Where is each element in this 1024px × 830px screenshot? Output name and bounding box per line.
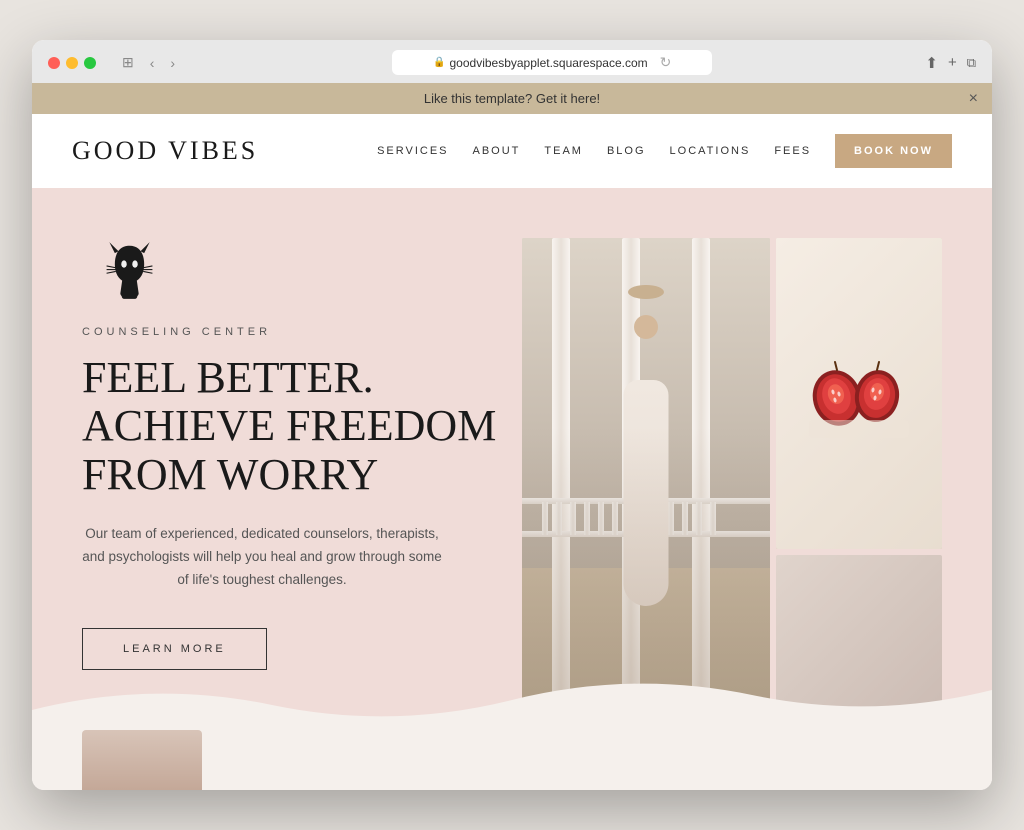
baluster [542,502,548,535]
figure-dress [624,380,669,607]
baluster [570,502,576,535]
site-header: GOOD VIBES SERVICES ABOUT TEAM BLOG LOCA… [32,114,992,188]
porch-photo [522,238,770,710]
hero-label: COUNSELING CENTER [82,326,502,338]
url-text: goodvibesbyapplet.squarespace.com [450,56,648,70]
nav-blog[interactable]: BLOG [607,145,646,157]
nav-fees[interactable]: FEES [774,145,811,157]
baluster [598,502,604,535]
reload-button[interactable]: ↻ [660,54,672,71]
figure-hat [628,285,664,299]
share-button[interactable]: ⬆ [925,54,938,72]
baluster [556,502,562,535]
site-logo[interactable]: GOOD VIBES [72,136,258,166]
windows-button[interactable]: ⧉ [967,55,976,71]
hero-left-content: COUNSELING CENTER FEEL BETTER. ACHIEVE F… [82,238,522,730]
baluster [640,502,646,535]
forward-button[interactable]: › [166,53,179,73]
announcement-text: Like this template? Get it here! [424,91,600,106]
address-bar[interactable]: 🔒 goodvibesbyapplet.squarespace.com ↻ [392,50,712,75]
baluster [668,502,674,535]
announcement-banner: Like this template? Get it here! × [32,83,992,114]
nav-sidebar-toggle[interactable]: ⊞ [118,52,138,73]
pillar-right [692,238,710,710]
new-tab-button[interactable]: + [948,54,957,71]
baluster [696,502,702,535]
railing-bottom [522,531,770,537]
cat-icon [102,238,157,303]
browser-chrome: ⊞ ‹ › 🔒 goodvibesbyapplet.squarespace.co… [32,40,992,83]
railing-top [522,498,770,504]
pillar-left [552,238,570,710]
fig-illustration [809,348,909,438]
hero-headline: FEEL BETTER. ACHIEVE FREEDOM FROM WORRY [82,354,502,499]
back-button[interactable]: ‹ [146,53,159,73]
banner-close-button[interactable]: × [969,90,978,108]
site-navigation: SERVICES ABOUT TEAM BLOG LOCATIONS FEES … [377,134,952,168]
baluster [626,502,632,535]
maximize-window-button[interactable] [84,57,96,69]
browser-window: ⊞ ‹ › 🔒 goodvibesbyapplet.squarespace.co… [32,40,992,790]
figure-person [606,285,686,663]
hero-section: COUNSELING CENTER FEEL BETTER. ACHIEVE F… [32,188,992,730]
nav-locations[interactable]: LOCATIONS [670,145,751,157]
baluster [654,502,660,535]
bottom-section-peek [32,730,992,790]
hero-images [522,238,942,730]
hero-body-text: Our team of experienced, dedicated couns… [82,523,442,592]
baluster [682,502,688,535]
nav-services[interactable]: SERVICES [377,145,448,157]
bottom-peek-image [82,730,202,790]
figure-head [634,315,658,339]
lock-icon: 🔒 [433,57,445,68]
learn-more-button[interactable]: LEARN MORE [82,628,267,670]
fig-photo [776,238,942,549]
minimize-window-button[interactable] [66,57,78,69]
nav-about[interactable]: ABOUT [473,145,521,157]
baluster [612,502,618,535]
baluster [710,502,716,535]
nav-team[interactable]: TEAM [544,145,583,157]
baluster [584,502,590,535]
close-window-button[interactable] [48,57,60,69]
book-now-button[interactable]: BOOK NOW [835,134,952,168]
